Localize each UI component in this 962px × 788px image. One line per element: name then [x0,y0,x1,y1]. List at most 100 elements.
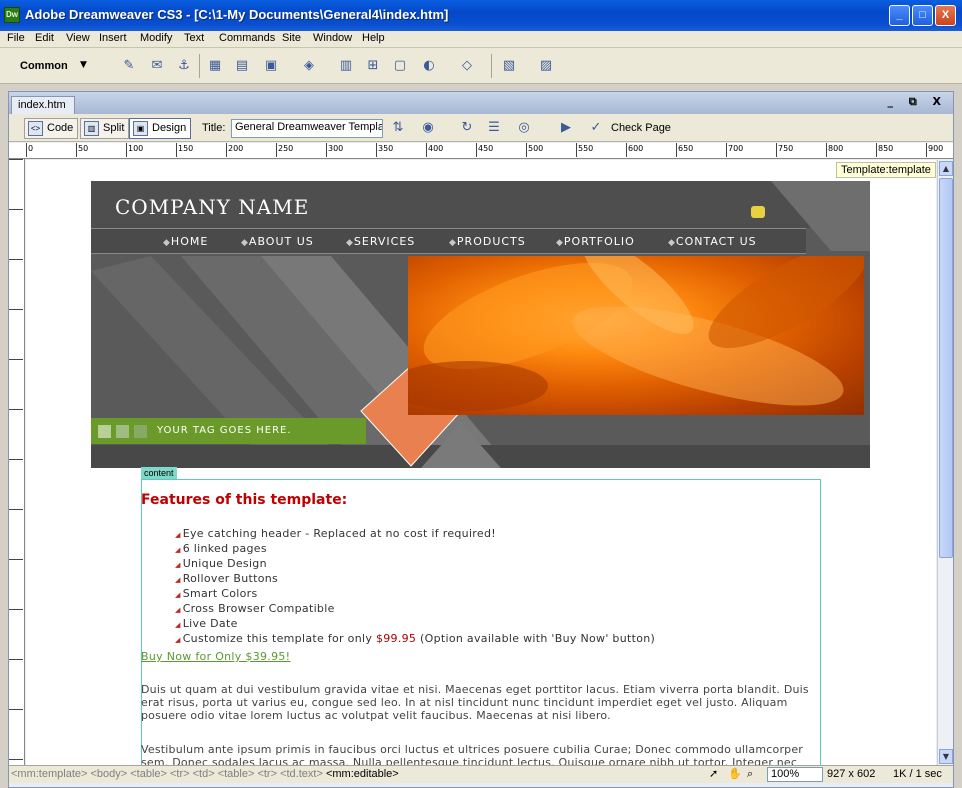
head-icon[interactable]: ◐ [420,57,438,75]
zoom-select[interactable]: 100% [767,767,823,782]
template-header: COMPANY NAME HOME ABOUT US SERVICES PROD… [91,181,870,468]
maximize-button[interactable]: □ [912,5,933,26]
features-list: Eye catching header - Replaced at no cos… [175,527,655,647]
image-icon[interactable]: ▣ [262,57,280,75]
check-page-button[interactable]: Check Page [611,122,671,134]
nav-home[interactable]: HOME [163,235,208,248]
window-title: Adobe Dreamweaver CS3 - [C:\1-My Documen… [25,7,449,22]
menu-window[interactable]: Window [313,32,352,44]
menu-modify[interactable]: Modify [140,32,172,44]
email-link-icon[interactable]: ✉ [148,57,166,75]
ruler-tick [9,509,23,510]
menu-commands[interactable]: Commands [219,32,275,44]
nav-services[interactable]: SERVICES [346,235,415,248]
nav-about-us[interactable]: ABOUT US [241,235,314,248]
comment-icon[interactable]: ▢ [391,57,409,75]
pointer-tool-icon[interactable]: ➚ [709,767,718,780]
editable-region-tab[interactable]: content [141,467,177,479]
menu-view[interactable]: View [66,32,90,44]
customize-text: Customize this template for only [182,632,376,645]
menu-edit[interactable]: Edit [35,32,54,44]
named-anchor-icon[interactable]: ⚓ [175,57,193,75]
code-view-label: Code [47,122,74,134]
div-icon[interactable]: ▤ [233,57,251,75]
validate-markup-icon[interactable]: ▶ [557,119,575,137]
customize-price: $99.95 [375,632,417,645]
visual-aids-icon[interactable]: ◎ [515,119,533,137]
tag-chooser-icon[interactable]: ▨ [537,57,555,75]
horizontal-ruler: 0 50 100 150 200 250 300 350 400 450 500 550 600 650 7… [9,143,953,159]
list-item: Rollover Buttons [175,572,655,587]
buy-now-link[interactable]: Buy Now for Only $39.95! [141,650,290,663]
window-size-display[interactable]: 927 x 602 [827,768,875,780]
status-bar: <mm:template> <body> <table> <tr> <td> <… [9,765,953,783]
ruler-label: 700 [728,144,744,153]
templates-icon[interactable]: ▧ [500,57,518,75]
scroll-down-icon[interactable]: ▼ [939,749,953,764]
hand-tool-icon[interactable]: ✋ [728,767,742,780]
list-item: Live Date [175,617,655,632]
ruler-tick [526,143,527,157]
ruler-tick [126,143,127,157]
ruler-tick [376,143,377,157]
date-icon[interactable]: ▥ [337,57,355,75]
media-icon[interactable]: ◈ [300,57,318,75]
zoom-tool-icon[interactable]: ⌕ [747,767,753,781]
ruler-label: 150 [178,144,194,153]
ruler-tick [9,159,23,160]
server-side-include-icon[interactable]: ⊞ [364,57,382,75]
tag-path[interactable]: <mm:template> <body> <table> <tr> <td> <… [11,768,323,780]
ruler-label: 500 [528,144,544,153]
current-tag[interactable]: <mm:editable> [326,768,399,780]
document-window-controls[interactable]: _ ⧉ X [888,95,948,109]
ruler-tick [9,709,23,710]
ruler-tick [9,209,23,210]
menu-text[interactable]: Text [184,32,204,44]
ruler-tick [9,309,23,310]
file-management-icon[interactable]: ⇅ [389,119,407,137]
check-page-icon[interactable]: ✓ [587,119,605,137]
template-badge: Template:template [836,162,936,178]
tag-square [116,425,129,438]
nav-contact-us[interactable]: CONTACT US [668,235,757,248]
close-button[interactable]: X [935,5,956,26]
list-item: Eye catching header - Replaced at no cos… [175,527,655,542]
refresh-icon[interactable]: ↻ [458,119,476,137]
nav-portfolio[interactable]: PORTFOLIO [556,235,635,248]
body-paragraph: Duis ut quam at dui vestibulum gravida v… [141,683,809,722]
ruler-tick [476,143,477,157]
features-heading: Features of this template: [141,492,348,508]
menu-file[interactable]: File [7,32,25,44]
split-view-button[interactable]: ▥ Split [80,118,130,139]
preview-in-browser-icon[interactable]: ◉ [419,119,437,137]
scroll-thumb[interactable] [939,178,953,558]
header-logo-icon [751,206,765,218]
ruler-tick [926,143,927,157]
tagline-text: YOUR TAG GOES HERE. [157,425,292,436]
code-view-button[interactable]: <> Code [24,118,79,139]
title-bar: Dw Adobe Dreamweaver CS3 - [C:\1-My Docu… [0,0,962,31]
view-options-icon[interactable]: ☰ [485,119,503,137]
chevron-down-icon[interactable]: ▼ [80,60,87,70]
tag-selector[interactable]: <mm:template> <body> <table> <tr> <td> <… [11,768,399,780]
ruler-label: 800 [828,144,844,153]
vertical-scrollbar[interactable]: ▲ ▼ [937,160,953,765]
scroll-up-icon[interactable]: ▲ [939,161,953,176]
design-view-button[interactable]: ▣ Design [129,118,192,139]
minimize-button[interactable]: _ [889,5,910,26]
document-size-display: 1K / 1 sec [893,768,942,780]
nav-products[interactable]: PRODUCTS [449,235,526,248]
document-window: index.htm _ ⧉ X <> Code ▥ Split ▣ Design… [8,91,954,788]
design-canvas[interactable]: Template:template COMPANY NAME HOME ABOU… [26,160,936,765]
menu-help[interactable]: Help [362,32,385,44]
hyperlink-icon[interactable]: ✎ [120,57,138,75]
table-icon[interactable]: ▦ [206,57,224,75]
tab-index-htm[interactable]: index.htm [11,96,75,114]
page-title-input[interactable]: General Dreamweaver Template [231,119,383,138]
menu-insert[interactable]: Insert [99,32,127,44]
list-item: Customize this template for only $99.95 … [175,632,655,647]
ruler-tick [9,559,23,560]
script-icon[interactable]: ◇ [458,57,476,75]
insert-category-select[interactable]: Common [20,60,68,72]
menu-site[interactable]: Site [282,32,301,44]
